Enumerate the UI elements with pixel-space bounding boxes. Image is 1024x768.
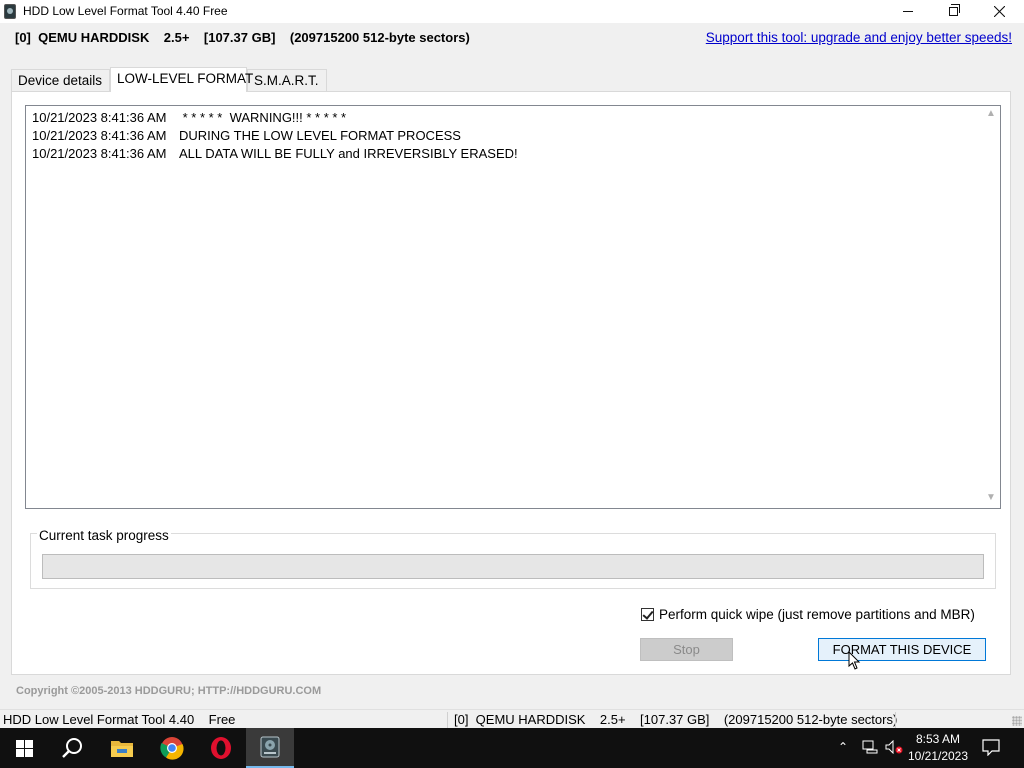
clock-time: 8:53 AM [915, 732, 961, 746]
taskbar-chrome[interactable] [148, 728, 196, 768]
quick-wipe-label: Perform quick wipe (just remove partitio… [659, 607, 975, 622]
log-timestamp: 10/21/2023 8:41:36 AM [32, 128, 167, 143]
support-upgrade-link[interactable]: Support this tool: upgrade and enjoy bet… [706, 30, 1012, 45]
log-message: ALL DATA WILL BE FULLY and IRREVERSIBLY … [179, 146, 518, 161]
notification-center-icon[interactable] [982, 738, 1000, 756]
close-icon [993, 6, 1005, 17]
progress-label: Current task progress [37, 528, 171, 543]
format-device-button[interactable]: FORMAT THIS DEVICE [818, 638, 986, 661]
copyright-text: Copyright ©2005-2013 HDDGURU; HTTP://HDD… [16, 685, 322, 697]
hdd-format-tool-icon [260, 736, 280, 758]
task-progress-bar [42, 554, 984, 579]
window-title: HDD Low Level Format Tool 4.40 Free [23, 4, 228, 18]
close-button[interactable] [976, 0, 1022, 23]
log-timestamp: 10/21/2023 8:41:36 AM [32, 110, 167, 125]
quick-wipe-option[interactable]: Perform quick wipe (just remove partitio… [641, 607, 975, 622]
log-line: 10/21/2023 8:41:36 AM * * * * * WARNING!… [32, 109, 518, 127]
log-output[interactable]: 10/21/2023 8:41:36 AM * * * * * WARNING!… [25, 105, 1001, 509]
windows-start-icon [15, 739, 33, 757]
opera-icon [211, 737, 231, 759]
restore-button[interactable] [930, 0, 976, 23]
minimize-button[interactable] [885, 0, 931, 23]
device-summary: [0] QEMU HARDDISK 2.5+ [107.37 GB] (2097… [15, 30, 470, 45]
minimize-icon [903, 11, 913, 12]
hdd-app-icon [4, 4, 16, 19]
log-timestamp: 10/21/2023 8:41:36 AM [32, 146, 167, 161]
taskbar-hdd-format-tool[interactable] [246, 728, 294, 768]
stop-button[interactable]: Stop [640, 638, 733, 661]
log-lines: 10/21/2023 8:41:36 AM * * * * * WARNING!… [32, 109, 518, 163]
title-bar[interactable]: HDD Low Level Format Tool 4.40 Free [0, 0, 1024, 23]
status-divider [447, 712, 448, 728]
mouse-cursor-icon [848, 651, 861, 670]
restore-icon [948, 4, 960, 16]
status-bar: HDD Low Level Format Tool 4.40 Free [0] … [0, 709, 1024, 728]
status-divider [895, 712, 896, 728]
low-level-format-panel: 10/21/2023 8:41:36 AM * * * * * WARNING!… [11, 91, 1011, 675]
taskbar: ⌃ 8:53 AM 10/21/2023 [0, 728, 1024, 768]
chrome-icon [160, 737, 184, 760]
resize-grip-icon[interactable] [1012, 716, 1022, 726]
log-message: DURING THE LOW LEVEL FORMAT PROCESS [179, 128, 461, 143]
file-explorer-icon [111, 741, 133, 757]
start-button[interactable] [0, 728, 48, 768]
search-icon [62, 738, 82, 758]
log-line: 10/21/2023 8:41:36 AM DURING THE LOW LEVE… [32, 127, 518, 145]
log-line: 10/21/2023 8:41:36 AM ALL DATA WILL BE FU… [32, 145, 518, 163]
network-icon[interactable] [862, 740, 878, 754]
taskbar-file-explorer[interactable] [98, 728, 146, 768]
scroll-up-arrow-icon[interactable]: ▲ [984, 108, 998, 122]
tab-device-details[interactable]: Device details [11, 69, 110, 91]
tab-low-level-format[interactable]: LOW-LEVEL FORMAT [110, 67, 253, 92]
taskbar-search-button[interactable] [48, 728, 96, 768]
app-window: HDD Low Level Format Tool 4.40 Free [0] … [0, 0, 1024, 728]
quick-wipe-checkbox[interactable] [641, 608, 654, 621]
tray-overflow-chevron-icon[interactable]: ⌃ [838, 740, 848, 754]
clock-date: 10/21/2023 [907, 749, 969, 763]
log-message: * * * * * WARNING!!! * * * * * [179, 110, 347, 125]
progress-group: Current task progress [30, 528, 996, 589]
tab-smart[interactable]: S.M.A.R.T. [247, 69, 327, 91]
status-device-info: [0] QEMU HARDDISK 2.5+ [107.37 GB] (2097… [454, 712, 898, 727]
taskbar-clock[interactable]: 8:53 AM 10/21/2023 [900, 731, 976, 765]
scroll-down-arrow-icon[interactable]: ▼ [984, 492, 998, 506]
taskbar-opera[interactable] [197, 728, 245, 768]
status-app-name: HDD Low Level Format Tool 4.40 Free [3, 712, 236, 727]
